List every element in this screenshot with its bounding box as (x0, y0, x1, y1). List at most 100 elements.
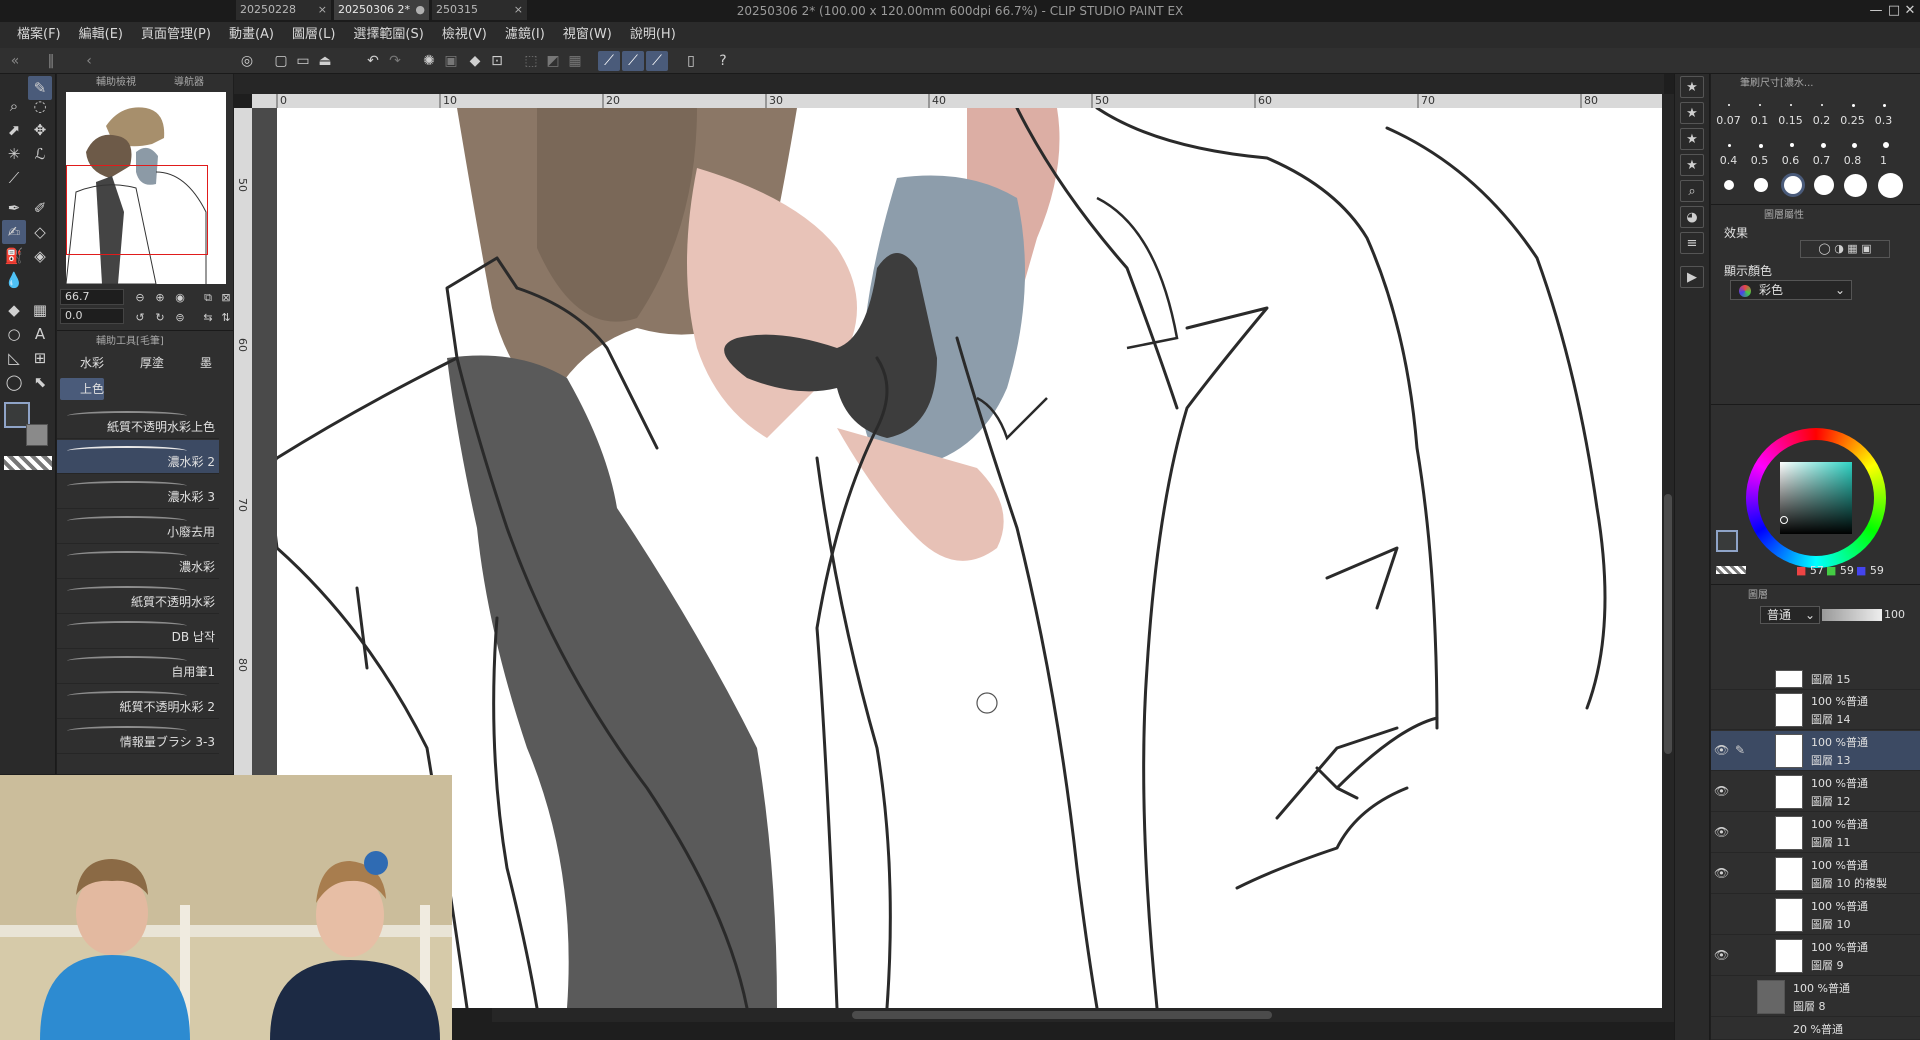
brush-size-dot[interactable] (1790, 143, 1794, 147)
brush-tool-icon[interactable]: ✍ (2, 220, 26, 244)
brush-size-dot[interactable] (1852, 143, 1857, 148)
brush-item[interactable]: 自用筆1 (57, 650, 219, 684)
brush-item[interactable]: 濃水彩 (57, 545, 219, 579)
snap-grid-icon[interactable]: ⟋ (646, 51, 668, 71)
sub-color-swatch[interactable] (26, 424, 48, 446)
brush-size-dot[interactable] (1759, 104, 1761, 106)
tab-sub-view[interactable]: 輔助檢視 (78, 74, 136, 92)
opacity-value[interactable]: 100 (1884, 608, 1905, 621)
pencil-icon[interactable]: ✐ (28, 196, 52, 220)
brush-size-label[interactable]: 1 (1868, 154, 1899, 167)
close-tab-icon[interactable]: × (318, 0, 327, 20)
brush-size-label[interactable]: 0.6 (1775, 154, 1806, 167)
vertical-scroll-thumb[interactable] (1664, 494, 1672, 754)
companion-icon[interactable]: ▯ (680, 51, 702, 71)
horizontal-scrollbar[interactable] (492, 1008, 1664, 1022)
eye-icon[interactable]: 👁 (1714, 784, 1730, 798)
eye-icon[interactable]: 👁 (1714, 743, 1730, 757)
opacity-slider[interactable] (1822, 609, 1882, 621)
operation-tool-icon[interactable]: ⬈ (2, 118, 26, 142)
menu-page[interactable]: 頁面管理(P) (132, 22, 220, 48)
layer-row-selected[interactable]: 👁 ✎ 100 %普通 圖層 13 (1711, 731, 1920, 771)
reset-rotation-icon[interactable]: ⊜ (168, 306, 192, 330)
menu-help[interactable]: 說明(H) (621, 22, 685, 48)
transparent-color-swatch[interactable] (4, 456, 52, 470)
color-picker-cursor[interactable] (1780, 516, 1788, 524)
hue-ring[interactable] (1746, 428, 1886, 568)
invert-selection-icon[interactable]: ◩ (542, 51, 564, 71)
color-mixing-icon[interactable]: ◕ (1680, 206, 1704, 228)
menu-edit[interactable]: 編輯(E) (70, 22, 132, 48)
menu-selection[interactable]: 選擇範圍(S) (344, 22, 432, 48)
frame-border-tool-icon[interactable]: ◺ (2, 346, 26, 370)
brush-size-dot[interactable] (1759, 144, 1763, 148)
brush-size-dot[interactable] (1883, 104, 1886, 107)
rotation-value[interactable]: 0.0 (60, 308, 124, 324)
lasso-tool-icon[interactable]: ◌ (28, 94, 52, 118)
brush-size-label[interactable]: 0.07 (1713, 114, 1744, 127)
menu-layer[interactable]: 圖層(L) (283, 22, 344, 48)
menu-window[interactable]: 視窗(W) (554, 22, 621, 48)
brush-item[interactable]: 紙質不透明水彩 (57, 580, 219, 614)
brush-size-label[interactable]: 0.1 (1744, 114, 1775, 127)
eye-icon[interactable]: 👁 (1714, 948, 1730, 962)
brush-size-dot[interactable] (1724, 180, 1734, 190)
subtool-group-thick-paint[interactable]: 厚塗 (120, 352, 164, 374)
layer-row[interactable]: 100 %普通 圖層 14 (1711, 690, 1920, 730)
display-color-dropdown[interactable]: 彩色 ⌄ (1730, 280, 1852, 300)
menu-animation[interactable]: 動畫(A) (220, 22, 283, 48)
eraser-tool-icon[interactable]: ◇ (28, 220, 52, 244)
brush-size-label[interactable]: 0.8 (1837, 154, 1868, 167)
open-file-icon[interactable]: ▭ (292, 51, 314, 71)
brush-size-label[interactable]: 0.4 (1713, 154, 1744, 167)
saturation-value-square[interactable] (1780, 462, 1852, 534)
auto-action-icon[interactable]: ▶ (1680, 266, 1704, 288)
brush-item[interactable]: 濃水彩 3 (57, 475, 219, 509)
clear-outside-icon[interactable]: ▣ (440, 51, 462, 71)
brush-size-dot[interactable] (1814, 175, 1834, 195)
show-selection-icon[interactable]: ▦ (564, 51, 586, 71)
brush-size-label[interactable]: 0.3 (1868, 114, 1899, 127)
brush-item[interactable]: 情報量ブラシ 3-3 (57, 720, 219, 754)
figure-tool-icon[interactable]: ○ (2, 322, 26, 346)
pen-icon[interactable]: ✒ (2, 196, 26, 220)
collapse-left-icon[interactable]: « (4, 51, 26, 71)
layer-search-icon[interactable]: ⌕ (1680, 180, 1704, 202)
material-icon[interactable]: ★ (1680, 102, 1704, 124)
decoration-tool-icon[interactable]: ◈ (28, 244, 52, 268)
brush-item[interactable]: 濃水彩 2 (57, 440, 219, 474)
main-color-mini[interactable] (1716, 530, 1738, 552)
layer-row[interactable]: 20 %普通 (1711, 1018, 1920, 1040)
navigator-view-rectangle[interactable] (66, 165, 208, 255)
brush-size-label[interactable]: 0.25 (1837, 114, 1868, 127)
text-tool-icon[interactable]: A (28, 322, 52, 346)
brush-size-dot[interactable] (1883, 142, 1889, 148)
zoom-tool-icon[interactable]: ⌕ (2, 94, 26, 118)
snap-special-ruler-icon[interactable]: ⟋ (622, 51, 644, 71)
material-icon[interactable]: ★ (1680, 128, 1704, 150)
brush-size-dot-selected[interactable] (1784, 176, 1802, 194)
transparent-mini[interactable] (1716, 566, 1746, 574)
tab-navigator[interactable]: 導航器 (156, 74, 204, 92)
layer-row[interactable]: 👁 100 %普通 圖層 12 (1711, 772, 1920, 812)
correct-line-tool-icon[interactable]: ⬉ (28, 370, 52, 394)
clear-icon[interactable]: ✺ (418, 51, 440, 71)
eyedropper-tool-icon[interactable]: ⟋ (2, 166, 26, 190)
brush-item[interactable]: 紙質不透明水彩 2 (57, 685, 219, 719)
layer-row[interactable]: 100 %普通 圖層 8 (1711, 977, 1920, 1017)
brush-size-label[interactable]: 0.7 (1806, 154, 1837, 167)
brush-size-dot[interactable] (1728, 144, 1731, 147)
move-tool-icon[interactable]: ✥ (28, 118, 52, 142)
collapse-right-icon[interactable]: ‖ (40, 51, 62, 71)
selection-lasso-icon[interactable]: ℒ (28, 142, 52, 166)
zoom-value[interactable]: 66.7 (60, 289, 124, 305)
vertical-scrollbar[interactable] (1662, 94, 1674, 1022)
brush-size-dot[interactable] (1878, 173, 1903, 198)
doc-tab[interactable]: 250315 × (432, 0, 528, 20)
brush-item[interactable]: 紙質不透明水彩上色 (57, 405, 219, 439)
eye-icon[interactable]: 👁 (1714, 866, 1730, 880)
material-icon[interactable]: ★ (1680, 154, 1704, 176)
doc-tab-active[interactable]: 20250306 2* ● (334, 0, 430, 20)
blend-tool-icon[interactable]: 💧 (2, 268, 26, 292)
brush-size-dot[interactable] (1728, 104, 1730, 106)
